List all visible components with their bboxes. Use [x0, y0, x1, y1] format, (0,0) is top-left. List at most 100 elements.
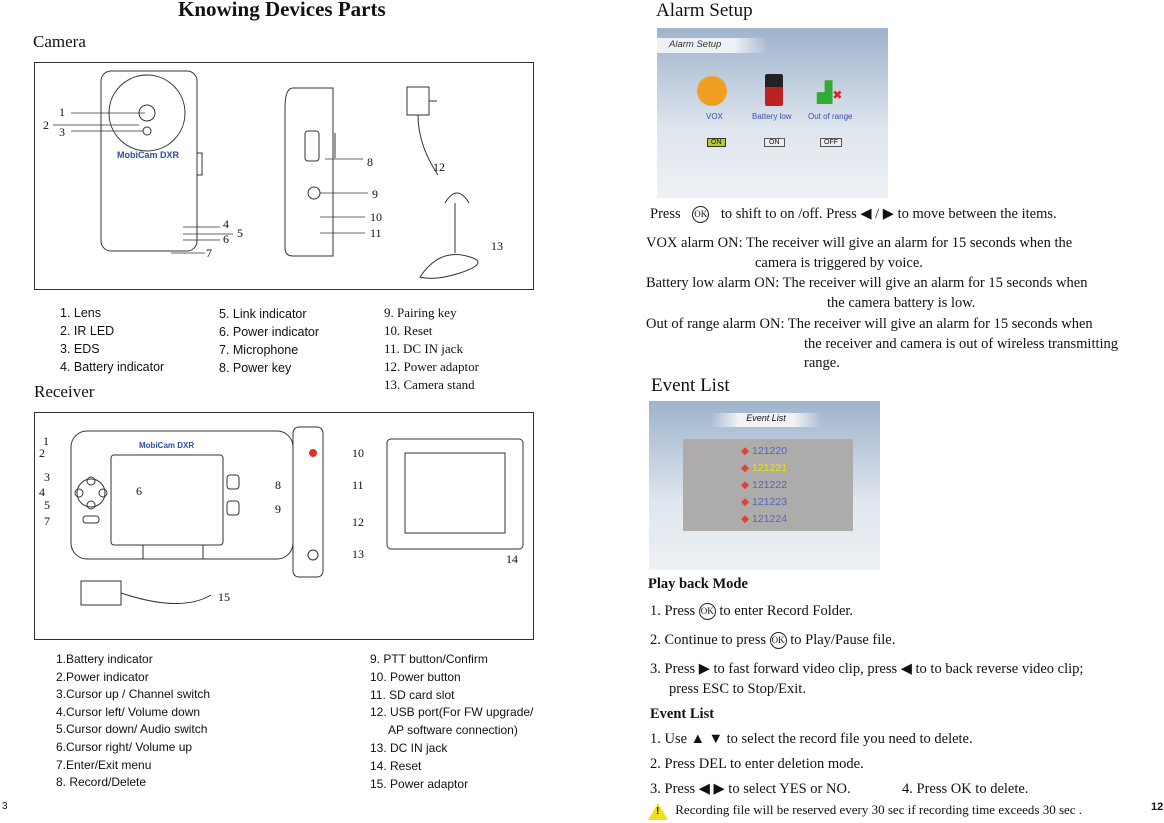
- brand-logo: MobiCam DXR: [139, 441, 194, 450]
- callout: 9: [372, 187, 378, 201]
- label: Out of range alarm ON:: [646, 316, 785, 332]
- text: The receiver will give an alarm for 15 s…: [782, 275, 1088, 291]
- list-item: 12. USB port(For FW upgrade/: [370, 705, 534, 720]
- list-item: 4.Cursor left/ Volume down: [56, 704, 201, 719]
- event-item[interactable]: ◆ 121224: [741, 511, 853, 528]
- camera-drawing: MobiCam DXR: [53, 70, 479, 279]
- text: 121224: [752, 513, 788, 525]
- warning-icon: !: [648, 802, 668, 820]
- receiver-parts-col2: 9. PTT button/Confirm 10. Power button 1…: [370, 651, 533, 793]
- ok-button-icon: OK: [692, 206, 710, 224]
- alarm-setup-screen: Alarm Setup ▟✖ VOX Battery low Out of ra…: [657, 28, 888, 198]
- callout: 5: [237, 226, 243, 240]
- screen-title: Alarm Setup: [657, 38, 767, 53]
- event-item-selected[interactable]: ◆ 121221: [741, 460, 853, 477]
- receiver-heading: Receiver: [34, 382, 95, 401]
- list-item: 2.Power indicator: [56, 669, 149, 684]
- brand-logo: MobiCam DXR: [117, 150, 180, 160]
- ok-button-icon: OK: [769, 632, 787, 650]
- list-item: 4. Battery indicator: [60, 360, 165, 374]
- callout: 4: [223, 217, 229, 231]
- callout: 11: [352, 478, 364, 492]
- list-item: 9. Pairing key: [384, 305, 457, 320]
- camera-parts-col1: 1. Lens 2. IR LED 3. EDS 4. Battery indi…: [60, 304, 164, 376]
- ok-button-icon: OK: [698, 603, 716, 621]
- text: Recording file will be reserved every 30…: [675, 802, 1083, 817]
- list-item: AP software connection): [388, 723, 518, 738]
- text: camera is triggered by voice.: [755, 254, 923, 271]
- list-item: 11. SD card slot: [370, 687, 455, 702]
- receiver-drawing: MobiCam DXR: [70, 426, 524, 606]
- playback-heading: Play back Mode: [648, 576, 748, 592]
- note: ! Recording file will be reserved every …: [648, 802, 1082, 820]
- eventlist-heading: Event List: [650, 706, 715, 722]
- eventlist-step-4: 4. Press OK to delete.: [902, 781, 1029, 797]
- battery-low-toggle[interactable]: ON: [764, 138, 785, 147]
- battery-low-label: Battery low: [752, 112, 792, 121]
- text: 121220: [752, 445, 788, 457]
- vox-icon: [697, 76, 727, 106]
- list-item: 3.Cursor up / Channel switch: [56, 687, 211, 702]
- callout: 13: [491, 239, 503, 253]
- callout: 10: [352, 446, 364, 460]
- text: The receiver will give an alarm for 15 s…: [787, 316, 1093, 332]
- battery-low-icon: [765, 74, 783, 106]
- text: the camera battery is low.: [827, 294, 976, 311]
- label: VOX alarm ON:: [646, 235, 743, 251]
- playback-step-2: 2. Continue to press OK to Play/Pause fi…: [650, 631, 895, 651]
- event-item[interactable]: ◆ 121220: [741, 443, 853, 460]
- list-item: 5.Cursor down/ Audio switch: [56, 722, 208, 737]
- out-of-range-toggle[interactable]: OFF: [820, 138, 842, 147]
- page-title: Knowing Devices Parts: [178, 0, 386, 21]
- text: 121222: [752, 479, 788, 491]
- receiver-parts-col1: 1.Battery indicator 2.Power indicator 3.…: [56, 651, 210, 792]
- page-number-right: 12: [1151, 801, 1164, 813]
- vox-toggle[interactable]: ON: [707, 138, 726, 147]
- callout: 3: [59, 125, 65, 139]
- callout: 1: [59, 105, 65, 119]
- list-item: 6.Cursor right/ Volume up: [56, 739, 193, 754]
- callout: 12: [433, 160, 445, 174]
- event-items: ◆ 121220 ◆ 121221 ◆ 121222 ◆ 121223 ◆ 12…: [683, 439, 853, 531]
- out-of-range-label: Out of range: [808, 112, 853, 121]
- text: 2. Continue to press: [650, 632, 766, 648]
- text: press ESC to Stop/Exit.: [669, 680, 806, 697]
- playback-step-3: 3. Press ▶ to fast forward video clip, p…: [650, 660, 1083, 699]
- event-item[interactable]: ◆ 121223: [741, 494, 853, 511]
- file-icon: ◆: [741, 445, 750, 457]
- list-item: 13. DC IN jack: [370, 740, 448, 755]
- list-item: 15. Power adaptor: [370, 776, 469, 791]
- list-item: 3. EDS: [60, 342, 100, 356]
- text: Press: [650, 206, 681, 222]
- callout: 3: [44, 470, 50, 484]
- camera-parts-col2: 5. Link indicator 6. Power indicator 7. …: [219, 305, 319, 377]
- list-item: 2. IR LED: [60, 324, 115, 338]
- eventlist-step-1: 1. Use ▲ ▼ to select the record file you…: [650, 731, 973, 747]
- event-item[interactable]: ◆ 121222: [741, 477, 853, 494]
- callout: 6: [223, 232, 229, 246]
- range-alarm-desc: Out of range alarm ON: The receiver will…: [646, 315, 1118, 374]
- file-icon: ◆: [741, 496, 750, 508]
- list-item: 1. Lens: [60, 306, 102, 320]
- list-item: 7.Enter/Exit menu: [56, 757, 152, 772]
- callout: 11: [370, 226, 382, 240]
- vox-label: VOX: [706, 112, 723, 121]
- text: The receiver will give an alarm for 15 s…: [746, 235, 1073, 251]
- callout: 12: [352, 515, 364, 529]
- label: Battery low alarm ON:: [646, 275, 780, 291]
- text: 1. Press: [650, 603, 696, 619]
- text: to Play/Pause file.: [790, 632, 896, 648]
- file-icon: ◆: [741, 513, 750, 525]
- press-line: Press OK to shift to on /off. Press ◀ / …: [650, 205, 1057, 225]
- list-item: 10. Reset: [384, 323, 433, 338]
- callout: 2: [43, 118, 49, 132]
- receiver-diagram: MobiCam DXR 1 2 3 4 5 6 7 8 9 10 11 12 1…: [34, 412, 534, 640]
- callout: 5: [44, 498, 50, 512]
- callout: 9: [275, 502, 281, 516]
- screen-title: Event List: [711, 413, 821, 427]
- callout: 2: [39, 446, 45, 460]
- page-number-left: 3: [2, 801, 8, 812]
- event-heading: Event List: [651, 375, 730, 396]
- callout: 6: [136, 484, 142, 498]
- callout: 7: [44, 514, 50, 528]
